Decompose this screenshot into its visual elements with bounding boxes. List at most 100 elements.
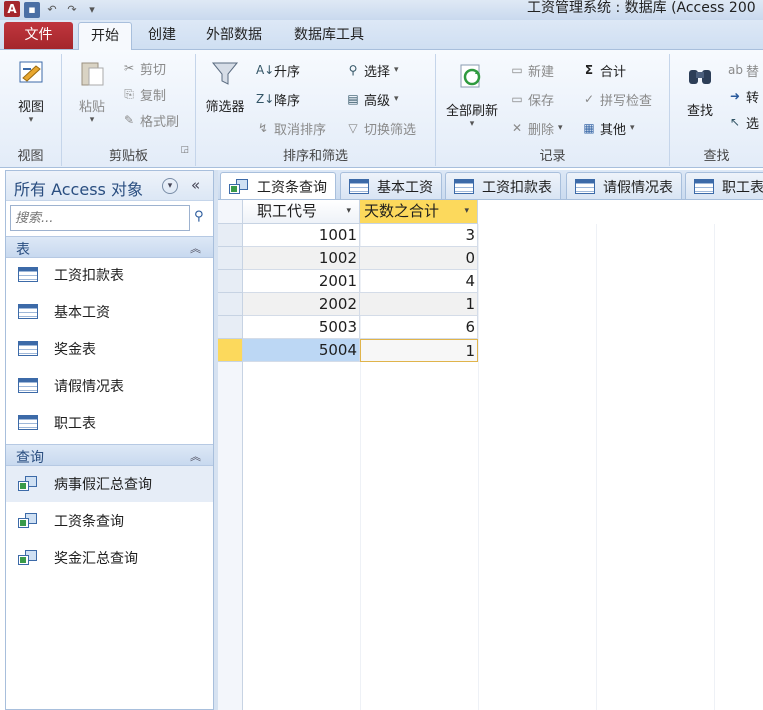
undo-icon[interactable]: ↶	[44, 2, 60, 18]
chevron-down-icon: ▾	[558, 123, 563, 133]
copy-button[interactable]: ⎘ 复制	[122, 84, 166, 104]
goto-button[interactable]: ➜ 转	[728, 86, 759, 106]
cell-days-total[interactable]: 1	[360, 293, 478, 316]
cell-employee-id[interactable]: 2002	[243, 293, 360, 316]
table-row[interactable]: 2001 4	[218, 270, 478, 293]
customize-qat-icon[interactable]: ▾	[84, 2, 100, 18]
doc-tab[interactable]: 工资条查询	[220, 172, 336, 199]
record-selector[interactable]	[218, 270, 243, 293]
doc-tab[interactable]: 请假情况表	[566, 172, 682, 199]
nav-item-query[interactable]: 奖金汇总查询	[6, 540, 213, 576]
cut-label: 剪切	[140, 62, 167, 78]
access-app-icon[interactable]: A	[4, 1, 20, 17]
binoculars-icon	[689, 70, 711, 84]
view-button[interactable]: 视图 ▾	[6, 58, 56, 125]
nav-item-query[interactable]: 工资条查询	[6, 503, 213, 539]
table-row[interactable]: 1001 3	[218, 224, 478, 247]
selection-filter-button[interactable]: ⚲ 选择 ▾	[346, 60, 399, 80]
new-record-button[interactable]: ▭ 新建	[510, 60, 554, 80]
record-selector[interactable]	[218, 247, 243, 270]
filter-button[interactable]: 筛选器	[200, 58, 250, 115]
section-header-queries[interactable]: 查询 ︽	[6, 444, 213, 466]
cell-days-total[interactable]: 3	[360, 224, 478, 247]
save-icon[interactable]: ▪	[24, 2, 40, 18]
advanced-filter-button[interactable]: ▤ 高级 ▾	[346, 89, 398, 109]
nav-item-table[interactable]: 奖金表	[6, 331, 213, 367]
table-row[interactable]: 1002 0	[218, 247, 478, 270]
column-header-employee-id[interactable]: 职工代号 ▾	[243, 200, 360, 224]
replace-button[interactable]: ab 替	[728, 60, 759, 80]
tab-home[interactable]: 开始	[78, 22, 132, 51]
select-all-corner[interactable]	[218, 200, 243, 224]
remove-sort-button[interactable]: ↯ 取消排序	[256, 118, 326, 138]
grid-line	[714, 224, 715, 710]
title-bar: A ▪ ↶ ↷ ▾ 工资管理系统 : 数据库 (Access 200	[0, 0, 763, 20]
more-button[interactable]: ▦ 其他 ▾	[582, 118, 634, 138]
cell-employee-id[interactable]: 1002	[243, 247, 360, 270]
query-icon	[229, 178, 249, 195]
nav-pane-header[interactable]: 所有 Access 对象 ▾ «	[6, 171, 213, 201]
descending-label: 降序	[274, 93, 301, 109]
table-row[interactable]: 2002 1	[218, 293, 478, 316]
refresh-all-button[interactable]: 全部刷新 ▾	[440, 62, 504, 129]
sort-ascending-button[interactable]: A↓ 升序	[256, 60, 300, 80]
section-header-tables[interactable]: 表 ︽	[6, 236, 213, 258]
chevron-down-icon: ▾	[89, 115, 95, 125]
redo-icon[interactable]: ↷	[64, 2, 80, 18]
cell-employee-id[interactable]: 1001	[243, 224, 360, 247]
collapse-chevron-icon[interactable]: ︽	[190, 448, 201, 464]
save-record-button[interactable]: ▭ 保存	[510, 89, 554, 109]
nav-menu-dropdown-icon[interactable]: ▾	[162, 178, 178, 194]
cell-employee-id[interactable]: 5003	[243, 316, 360, 339]
record-selector-current[interactable]	[218, 339, 243, 362]
ribbon: 视图 ▾ 视图 粘贴 ▾ ✂ 剪切 ⎘ 复制 ✎ 格式刷 剪贴板 ◲ 筛选器 A…	[0, 50, 763, 168]
tab-create[interactable]: 创建	[136, 22, 188, 51]
format-painter-button[interactable]: ✎ 格式刷	[122, 110, 179, 130]
nav-item-query[interactable]: 病事假汇总查询	[6, 466, 213, 502]
document-tab-bar: 工资条查询 基本工资 工资扣款表 请假情况表 职工表	[218, 170, 763, 200]
table-row-current[interactable]: 5004 1	[218, 339, 478, 362]
nav-item-table[interactable]: 请假情况表	[6, 368, 213, 404]
dialog-launcher-icon[interactable]: ◲	[180, 145, 189, 155]
toggle-filter-button[interactable]: ▽ 切换筛选	[346, 118, 416, 138]
column-header-days-total[interactable]: 天数之合计 ▾	[360, 200, 478, 224]
search-icon[interactable]: ⚲	[194, 209, 210, 225]
doc-tab[interactable]: 基本工资	[340, 172, 442, 199]
record-selector[interactable]	[218, 293, 243, 316]
collapse-pane-icon[interactable]: «	[191, 176, 200, 194]
delete-record-button[interactable]: ✕ 删除 ▾	[510, 118, 563, 138]
table-row[interactable]: 5003 6	[218, 316, 478, 339]
select-button[interactable]: ↖ 选	[728, 112, 759, 132]
tab-database-tools[interactable]: 数据库工具	[282, 22, 376, 51]
paste-button[interactable]: 粘贴 ▾	[72, 58, 112, 125]
doc-tab[interactable]: 职工表	[685, 172, 763, 199]
nav-item-table[interactable]: 职工表	[6, 405, 213, 441]
nav-search-input[interactable]	[11, 206, 189, 230]
chevron-down-icon[interactable]: ▾	[464, 200, 469, 223]
tab-external-data[interactable]: 外部数据	[194, 22, 274, 51]
find-button[interactable]: 查找	[678, 62, 722, 119]
cut-button[interactable]: ✂ 剪切	[122, 58, 166, 78]
cell-employee-id[interactable]: 5004	[243, 339, 360, 362]
collapse-chevron-icon[interactable]: ︽	[190, 240, 201, 256]
nav-search-box[interactable]	[10, 205, 190, 231]
sort-descending-button[interactable]: Z↓ 降序	[256, 89, 300, 109]
cell-employee-id[interactable]: 2001	[243, 270, 360, 293]
doc-tab[interactable]: 工资扣款表	[445, 172, 561, 199]
cell-days-total[interactable]: 4	[360, 270, 478, 293]
tab-file[interactable]: 文件	[4, 22, 73, 49]
spelling-button[interactable]: ✓ 拼写检查	[582, 89, 652, 109]
nav-pane-title[interactable]: 所有 Access 对象	[14, 176, 143, 200]
quick-access-toolbar: ▪ ↶ ↷ ▾	[24, 2, 100, 18]
totals-button[interactable]: Σ 合计	[582, 60, 626, 80]
delete-icon: ✕	[511, 121, 523, 135]
cell-days-total-active[interactable]: 1	[360, 339, 478, 362]
record-selector[interactable]	[218, 316, 243, 339]
record-selector[interactable]	[218, 224, 243, 247]
chevron-down-icon[interactable]: ▾	[346, 200, 351, 223]
nav-item-table[interactable]: 工资扣款表	[6, 257, 213, 293]
group-label-find: 查找	[703, 149, 730, 164]
cell-days-total[interactable]: 6	[360, 316, 478, 339]
nav-item-table[interactable]: 基本工资	[6, 294, 213, 330]
cell-days-total[interactable]: 0	[360, 247, 478, 270]
